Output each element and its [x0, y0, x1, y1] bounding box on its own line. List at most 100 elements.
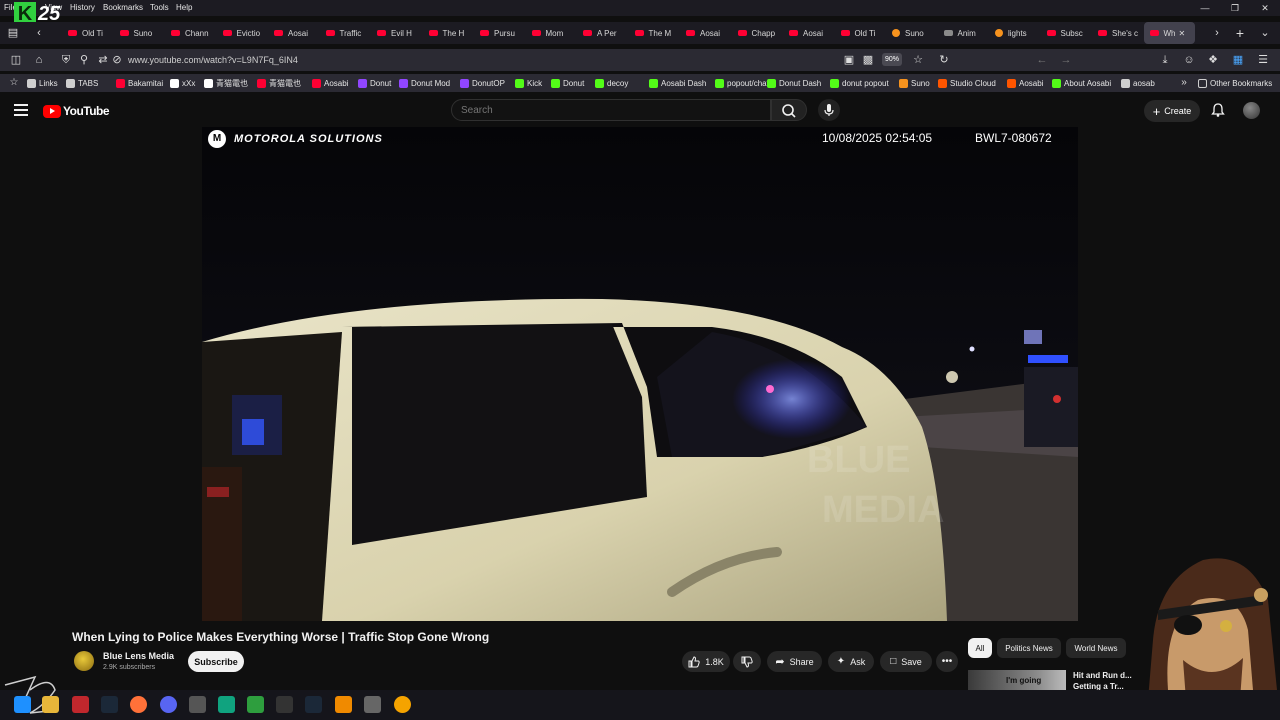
- app-icon-news[interactable]: [72, 696, 89, 713]
- app-icon-diamond[interactable]: [276, 696, 293, 713]
- bookmark-item[interactable]: Kick: [515, 77, 542, 89]
- more-actions-button[interactable]: •••: [936, 651, 958, 672]
- bookmark-item[interactable]: 青猫電也: [257, 77, 301, 89]
- channel-avatar[interactable]: [74, 651, 94, 671]
- browser-tab[interactable]: Suno: [114, 22, 166, 44]
- menu-help[interactable]: Help: [176, 3, 192, 12]
- voice-search-button[interactable]: [818, 99, 840, 121]
- notepad-icon[interactable]: [247, 696, 264, 713]
- menu-bookmarks[interactable]: Bookmarks: [103, 3, 143, 12]
- browser-tab[interactable]: Chann: [165, 22, 217, 44]
- like-button[interactable]: 1.8K: [682, 651, 730, 672]
- steam-icon[interactable]: [101, 696, 118, 713]
- reload-icon[interactable]: ↻: [937, 53, 951, 67]
- chip-all[interactable]: All: [968, 638, 992, 658]
- bookmark-item[interactable]: Links: [27, 77, 58, 89]
- bookmark-item[interactable]: xXx: [170, 77, 195, 89]
- bookmark-item[interactable]: decoy: [595, 77, 628, 89]
- bookmark-item[interactable]: Donut: [358, 77, 391, 89]
- url-text[interactable]: www.youtube.com/watch?v=L9N7Fq_6IN4: [128, 55, 298, 65]
- steam-icon-2[interactable]: [305, 696, 322, 713]
- browser-tab[interactable]: A Per: [577, 22, 629, 44]
- bookmark-item[interactable]: donut popout: [830, 77, 889, 89]
- reader-view-icon[interactable]: ▣: [842, 53, 856, 67]
- browser-tab[interactable]: Subsc: [1041, 22, 1093, 44]
- bookmark-item[interactable]: TABS: [66, 77, 98, 89]
- create-button[interactable]: + Create: [1144, 100, 1200, 122]
- scroll-tabs-right-icon[interactable]: ›: [1210, 26, 1224, 40]
- browser-tab[interactable]: Old Ti: [835, 22, 887, 44]
- share-button[interactable]: ➦ Share: [767, 651, 822, 672]
- bookmarks-overflow-icon[interactable]: »: [1177, 76, 1191, 90]
- recommended-video-title[interactable]: Hit and Run d... Getting a Tr...: [1073, 670, 1133, 690]
- shield-icon[interactable]: ⛨: [59, 53, 73, 67]
- bookmark-item[interactable]: DonutOP: [460, 77, 505, 89]
- bookmark-item[interactable]: Bakamitai: [116, 77, 163, 89]
- downloads-icon[interactable]: ⤓: [1158, 53, 1172, 67]
- bookmark-star-icon[interactable]: ☆: [911, 53, 925, 67]
- browser-tab[interactable]: Aosai: [680, 22, 732, 44]
- browser-tab[interactable]: The M: [629, 22, 681, 44]
- browser-tab[interactable]: Aosai: [268, 22, 320, 44]
- close-window-icon[interactable]: ✕: [1250, 0, 1280, 16]
- sidebar-toggle-icon[interactable]: ◫: [9, 53, 23, 67]
- home-icon[interactable]: ⌂: [32, 53, 46, 67]
- extension-badge-icon[interactable]: ▦: [1231, 53, 1245, 67]
- app-icon-cat[interactable]: [189, 696, 206, 713]
- bookmark-item[interactable]: Suno: [899, 77, 930, 89]
- dislike-button[interactable]: [733, 651, 761, 672]
- app-menu-icon[interactable]: ☰: [1256, 53, 1270, 67]
- bookmark-item[interactable]: Donut Dash: [767, 77, 821, 89]
- bookmark-item[interactable]: popout/chat: [715, 77, 769, 89]
- browser-tab[interactable]: Chapp: [732, 22, 784, 44]
- browser-tab[interactable]: lights: [989, 22, 1041, 44]
- browser-tab[interactable]: Evictio: [217, 22, 269, 44]
- recommended-video-thumbnail[interactable]: I'm going: [968, 670, 1066, 690]
- video-player[interactable]: BLUE MEDIA M MOTOROLA SOLUTIONS 10/08/20…: [202, 127, 1078, 621]
- browser-tab[interactable]: Mom: [526, 22, 578, 44]
- chip-politics-news[interactable]: Politics News: [997, 638, 1061, 658]
- new-tab-icon[interactable]: +: [1233, 26, 1247, 40]
- extensions-icon[interactable]: ❖: [1206, 53, 1220, 67]
- zoom-level[interactable]: 90%: [882, 53, 902, 66]
- browser-tab[interactable]: Aosai: [783, 22, 835, 44]
- browser-tab[interactable]: Wh ✕: [1143, 22, 1195, 44]
- search-tool-icon[interactable]: [394, 696, 411, 713]
- bookmark-item[interactable]: Aosabi Dash: [649, 77, 706, 89]
- scroll-tabs-left-icon[interactable]: ‹: [32, 26, 46, 40]
- save-button[interactable]: □ Save: [880, 651, 932, 672]
- bookmark-item[interactable]: Studio Cloud: [938, 77, 996, 89]
- permissions-icon[interactable]: ⇄: [96, 53, 110, 67]
- bookmark-manager-icon[interactable]: ☆: [7, 76, 21, 90]
- bookmark-item[interactable]: aosab: [1121, 77, 1155, 89]
- file-explorer-icon[interactable]: [42, 696, 59, 713]
- user-avatar[interactable]: [1243, 102, 1260, 119]
- browser-tab[interactable]: Pursu: [474, 22, 526, 44]
- youtube-logo[interactable]: YouTube: [43, 104, 110, 118]
- bookmark-item[interactable]: 青猫電也: [204, 77, 248, 89]
- browser-tab[interactable]: Suno: [886, 22, 938, 44]
- bookmark-item[interactable]: Aosabi: [312, 77, 348, 89]
- subscribe-button[interactable]: Subscribe: [188, 651, 244, 672]
- browser-tab[interactable]: Anim: [938, 22, 990, 44]
- browser-tab[interactable]: Old Ti: [62, 22, 114, 44]
- bookmark-item[interactable]: Aosabi: [1007, 77, 1043, 89]
- chip-world-news[interactable]: World News: [1066, 638, 1126, 658]
- channel-name[interactable]: Blue Lens Media: [103, 651, 174, 661]
- ask-button[interactable]: ✦ Ask: [828, 651, 874, 672]
- minimize-icon[interactable]: —: [1190, 0, 1220, 16]
- bookmark-item[interactable]: Donut Mod: [399, 77, 450, 89]
- tab-list-icon[interactable]: ▤: [6, 26, 20, 40]
- browser-tab[interactable]: Evil H: [371, 22, 423, 44]
- discord-icon[interactable]: [160, 696, 177, 713]
- app-icon-controller[interactable]: [364, 696, 381, 713]
- picture-in-picture-icon[interactable]: ▩: [861, 53, 875, 67]
- menu-tools[interactable]: Tools: [150, 3, 169, 12]
- address-bar[interactable]: www.youtube.com/watch?v=L9N7Fq_6IN4: [120, 51, 956, 69]
- tab-overflow-icon[interactable]: ⌄: [1258, 26, 1272, 40]
- lock-icon[interactable]: ⚲: [77, 53, 91, 67]
- account-icon[interactable]: ☺: [1182, 53, 1196, 67]
- bookmark-item[interactable]: Donut: [551, 77, 584, 89]
- close-tab-icon[interactable]: ✕: [1179, 29, 1186, 38]
- search-button[interactable]: [771, 99, 807, 121]
